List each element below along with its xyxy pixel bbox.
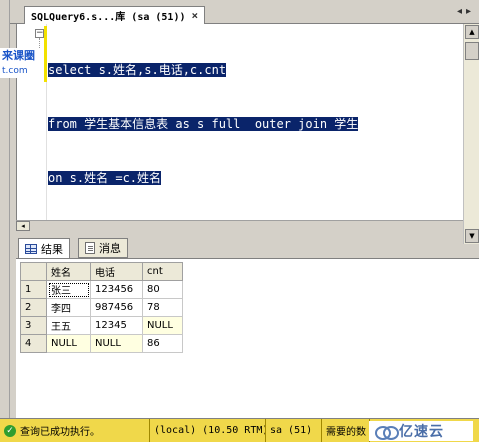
scroll-left-icon[interactable]: ◂ [457,6,462,17]
grid-corner[interactable] [20,262,47,281]
query-status: ✓ 查询已成功执行。 [0,418,150,442]
user-info: sa (51) [266,418,322,442]
grid-cell[interactable]: 李四 [46,298,91,317]
scroll-up-icon[interactable]: ▲ [465,25,479,39]
row-number[interactable]: 2 [20,298,47,317]
success-check-icon: ✓ [4,424,16,437]
logo-text: 亿速云 [399,424,444,440]
scroll-right-icon[interactable]: ▸ [466,6,471,17]
grid-cell[interactable]: 123456 [90,280,143,299]
tab-messages-label: 消息 [99,242,121,255]
grid-icon [25,243,37,254]
code-line: on s.姓名 =c.姓名 [48,169,358,187]
grid-cell[interactable]: 86 [142,334,183,353]
watermark-url: t.com [0,64,40,78]
grid-header-row: 姓名 电话 cnt [20,262,183,281]
tab-navigation: ◂ ▸ [457,6,471,17]
ssms-window: 来课圈 t.com SQLQuery6.s...库 (sa (51)) × ◂ … [0,0,479,442]
sql-code[interactable]: select s.姓名,s.电话,c.cnt from 学生基本信息表 as s… [48,25,359,223]
grid-cell[interactable]: 王五 [46,316,91,335]
results-pane: 姓名 电话 cnt 1 张三 123456 80 2 李四 987456 78 [16,258,479,418]
query-tab-title: SQLQuery6.s...库 (sa (51)) [31,12,186,23]
column-header[interactable]: 电话 [90,262,143,281]
row-number[interactable]: 3 [20,316,47,335]
row-number[interactable]: 1 [20,280,47,299]
table-row: 1 张三 123456 80 [20,280,183,299]
tab-results-label: 结果 [41,242,63,256]
selected-code-text: on s.姓名 =c.姓名 [48,171,162,185]
server-info: (local) (10.50 RTM) [150,418,266,442]
selected-code-text: from 学生基本信息表 as s full outer join 学生 [48,117,359,131]
message-icon [85,242,95,254]
column-header[interactable]: cnt [142,262,183,281]
grid-cell-null[interactable]: NULL [90,334,143,353]
database-info: 需要的数 [322,418,370,442]
scrollbar-thumb[interactable] [465,42,479,60]
editor-vertical-scrollbar[interactable]: ▲ ▼ [463,24,479,244]
editor-results-splitter[interactable]: ◂ ▸ [16,220,479,231]
tab-messages[interactable]: 消息 [78,238,128,258]
tab-results[interactable]: 结果 [18,238,70,258]
code-line: select s.姓名,s.电话,c.cnt [48,61,358,79]
collapse-icon[interactable]: − [35,29,44,38]
grid-cell[interactable]: 78 [142,298,183,317]
table-row: 4 NULL NULL 86 [20,334,183,353]
selected-code-text: select s.姓名,s.电话,c.cnt [48,63,227,77]
code-line: from 学生基本信息表 as s full outer join 学生 [48,115,359,133]
query-document-tab[interactable]: SQLQuery6.s...库 (sa (51)) × [24,6,206,24]
grid-cell[interactable]: 987456 [90,298,143,317]
table-row: 3 王五 12345 NULL [20,316,183,335]
grid-cell-null[interactable]: NULL [46,334,91,353]
column-header[interactable]: 姓名 [46,262,91,281]
watermark-text: 来课圈 [0,48,40,64]
grid-cell[interactable]: 12345 [90,316,143,335]
row-number[interactable]: 4 [20,334,47,353]
document-tab-strip: SQLQuery6.s...库 (sa (51)) × ◂ ▸ [10,0,479,24]
site-logo: 亿速云 [369,421,473,441]
scroll-down-icon[interactable]: ▼ [465,229,479,243]
query-status-text: 查询已成功执行。 [20,427,100,438]
grid-cell[interactable]: 张三 [46,280,91,299]
grid-cell[interactable]: 80 [142,280,183,299]
scroll-left-icon[interactable]: ◂ [16,221,30,231]
cloud-logo-icon [375,424,399,440]
close-icon[interactable]: × [192,9,199,22]
change-tracking-bar [44,26,47,82]
results-tab-strip: 结果 消息 [16,236,479,258]
sql-editor[interactable]: − select s.姓名,s.电话,c.cnt from 学生基本信息表 as… [16,24,479,244]
table-row: 2 李四 987456 78 [20,298,183,317]
results-grid[interactable]: 姓名 电话 cnt 1 张三 123456 80 2 李四 987456 78 [20,262,183,353]
grid-cell-null[interactable]: NULL [142,316,183,335]
